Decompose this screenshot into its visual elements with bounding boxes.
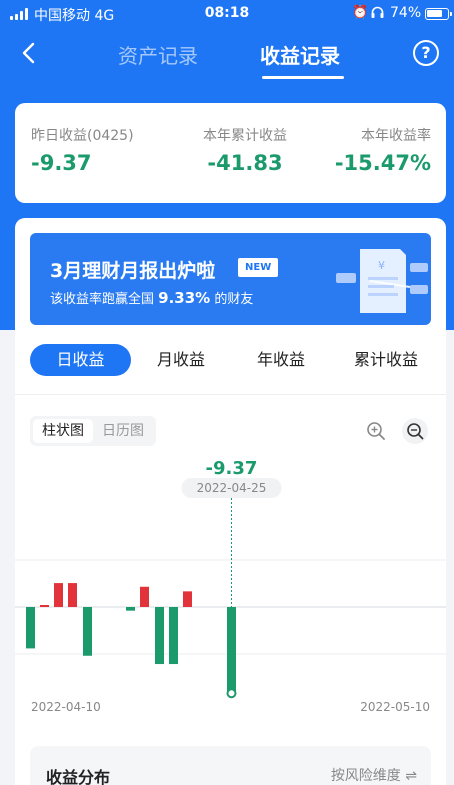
status-bar: 中国移动 4G 08:18 ⏰ 74% (0, 0, 454, 28)
zoom-out-icon[interactable] (402, 418, 428, 444)
report-document-icon: ¥ (336, 249, 428, 313)
chart-bar (54, 583, 63, 607)
earnings-summary-card: 昨日收益(0425) -9.37 本年累计收益 -41.83 本年收益率 -15… (15, 103, 446, 203)
zoom-in-icon[interactable] (363, 418, 389, 444)
tab-cumulative-earnings[interactable]: 累计收益 (340, 344, 432, 376)
tab-daily-earnings[interactable]: 日收益 (30, 344, 131, 376)
status-time: 08:18 (204, 5, 250, 21)
divider (15, 394, 446, 395)
selected-date-label: 2022-04-25 (197, 481, 267, 495)
chart-bar (68, 583, 77, 607)
x-axis-end-label: 2022-05-10 (360, 700, 430, 714)
chart-bar (26, 607, 35, 649)
chart-bar (83, 607, 92, 656)
ytd-return-rate: 本年收益率 -15.47% (335, 125, 431, 175)
selected-value-label: -9.37 (206, 458, 258, 479)
banner-subtitle-suffix: 的财友 (210, 292, 254, 307)
earnings-bar-chart: -9.37 2022-04-25 2022-04-10 2022-05-10 (15, 458, 446, 714)
tab-yearly-earnings[interactable]: 年收益 (245, 344, 317, 376)
tab-earnings-records[interactable]: 收益记录 (260, 40, 340, 69)
tab-asset-records[interactable]: 资产记录 (118, 40, 198, 69)
distribution-title: 收益分布 (46, 768, 111, 785)
ytd-return-rate-label: 本年收益率 (361, 128, 431, 144)
toggle-calendar[interactable]: 日历图 (93, 419, 153, 443)
chart-bar (183, 591, 192, 607)
new-badge: NEW (238, 258, 279, 277)
distribution-filter[interactable]: 按风险维度 ⇌ (331, 765, 417, 785)
view-toggle: 柱状图 日历图 (30, 416, 156, 446)
battery-icon (425, 8, 452, 20)
period-tabs: 日收益 月收益 年收益 累计收益 (30, 344, 431, 376)
banner-subtitle-prefix: 该收益率跑赢全国 (50, 292, 159, 307)
banner-subtitle-value: 9.33% (158, 289, 211, 307)
banner-subtitle: 该收益率跑赢全国 9.33% 的财友 (50, 288, 253, 307)
chart-bar (40, 605, 49, 607)
chart-bar (126, 607, 135, 611)
yesterday-earnings-value: -9.37 (31, 151, 92, 175)
ytd-earnings-label: 本年累计收益 (203, 128, 287, 144)
banner-title: 3月理财月报出炉啦 (50, 260, 216, 282)
tab-monthly-earnings[interactable]: 月收益 (146, 344, 216, 376)
toggle-bar-chart[interactable]: 柱状图 (33, 419, 93, 443)
chart-bar (155, 607, 164, 665)
yesterday-earnings-label: 昨日收益(0425) (31, 128, 134, 144)
swap-icon: ⇌ (405, 768, 417, 784)
alarm-icon: ⏰ (352, 5, 369, 20)
back-arrow-icon[interactable] (18, 41, 42, 65)
earnings-distribution-header: 收益分布 按风险维度 ⇌ (30, 746, 431, 785)
distribution-filter-label: 按风险维度 (330, 768, 401, 784)
ytd-earnings-value: -41.83 (207, 151, 283, 175)
battery-percent: 74% (390, 5, 422, 21)
nav-bar: 资产记录 收益记录 ? (0, 28, 454, 88)
chart-bar (140, 586, 149, 607)
monthly-report-banner[interactable]: 3月理财月报出炉啦 NEW 该收益率跑赢全国 9.33% 的财友 ¥ (30, 233, 431, 325)
active-tab-indicator (262, 76, 344, 79)
chart-bar (169, 607, 178, 665)
help-icon[interactable]: ? (413, 40, 439, 66)
main-card: 3月理财月报出炉啦 NEW 该收益率跑赢全国 9.33% 的财友 ¥ 日收益 月… (15, 218, 446, 785)
ytd-earnings: 本年累计收益 -41.83 (185, 125, 305, 175)
x-axis-start-label: 2022-04-10 (31, 700, 101, 714)
selection-marker (226, 688, 237, 699)
svg-text:¥: ¥ (378, 259, 385, 272)
daily-earnings-chart: -9.37 2022-04-25 2022-04-10 2022-05-10 (15, 456, 446, 785)
headphones-icon (371, 6, 384, 18)
ytd-return-rate-value: -15.47% (334, 151, 431, 175)
yesterday-earnings: 昨日收益(0425) -9.37 (31, 125, 134, 175)
